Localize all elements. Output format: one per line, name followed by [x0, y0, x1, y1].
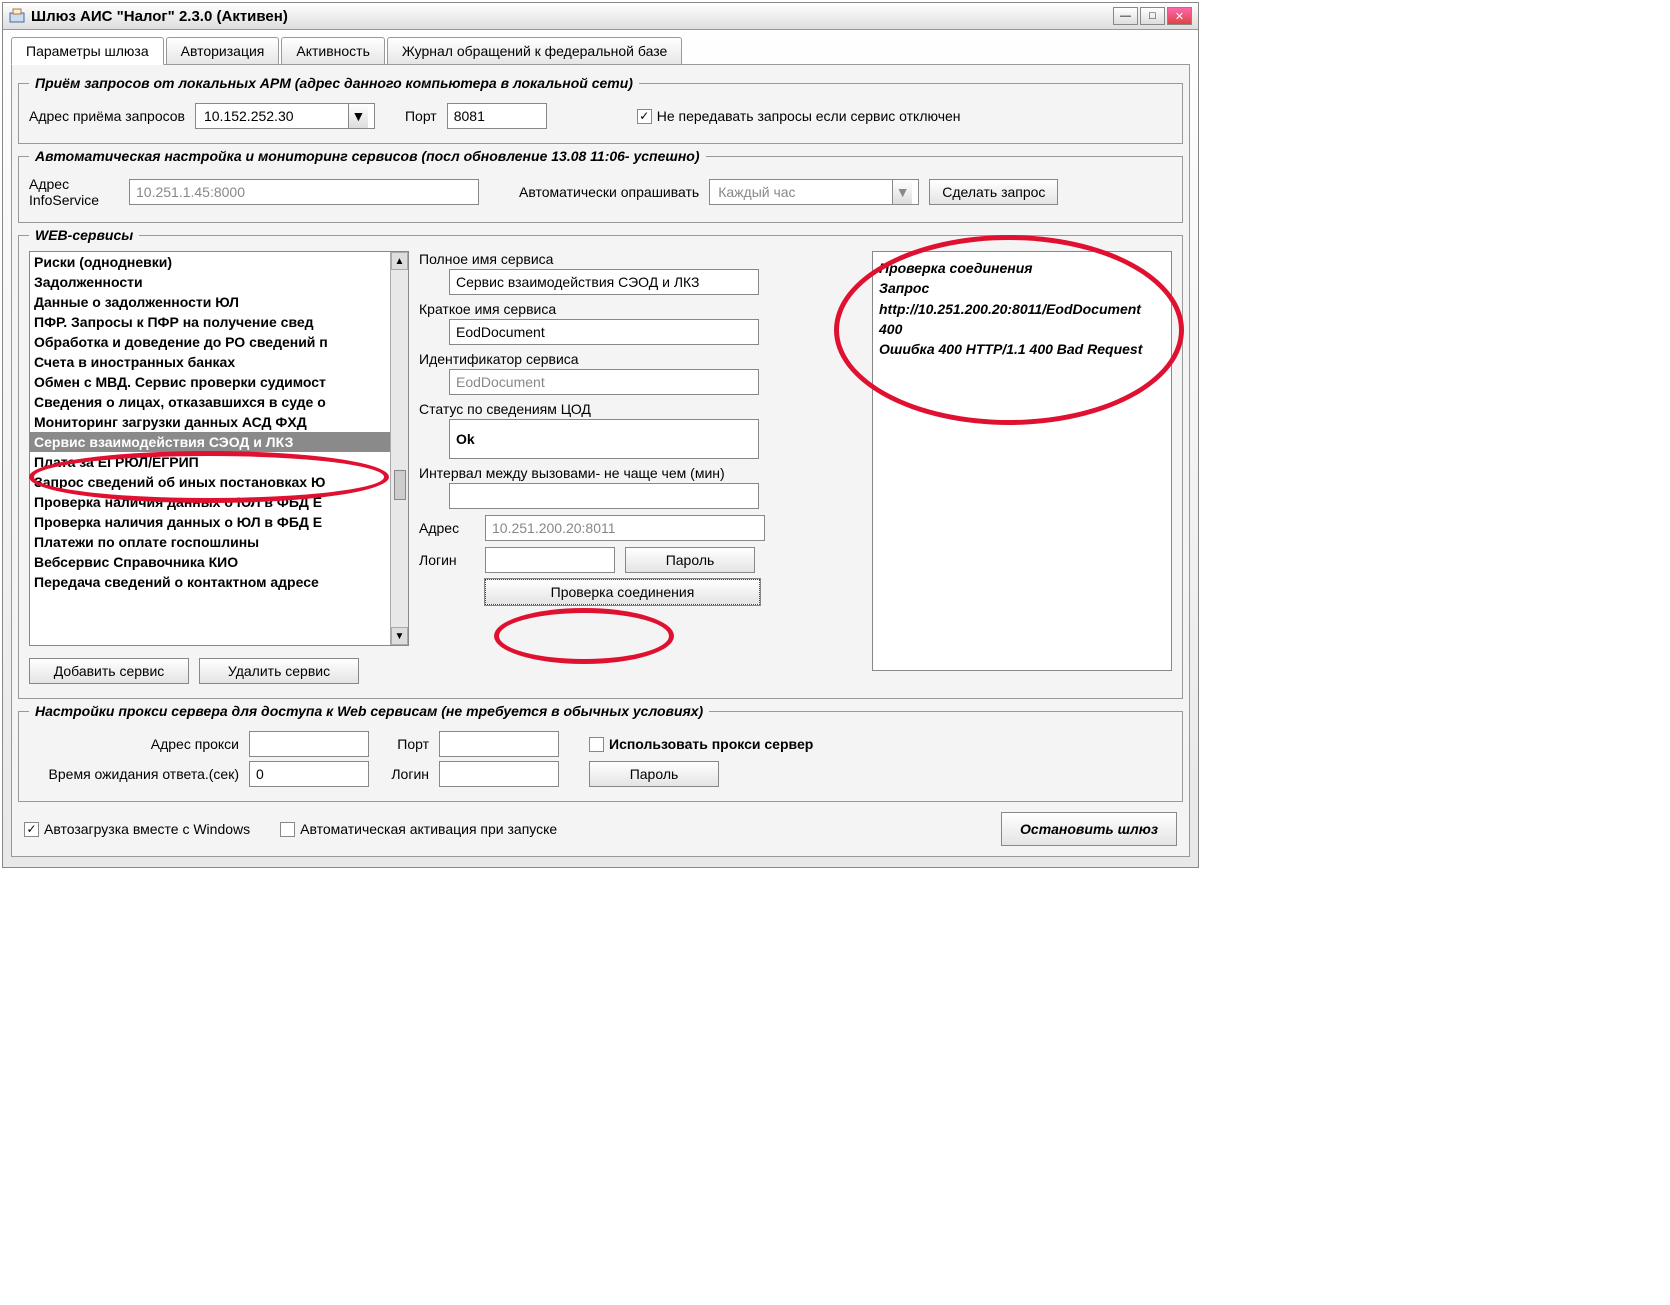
service-password-button[interactable]: Пароль	[625, 547, 755, 573]
poll-label: Автоматически опрашивать	[519, 184, 699, 200]
list-item[interactable]: Плата за ЕГРЮЛ/ЕГРИП	[30, 452, 408, 472]
status-label: Статус по сведениям ЦОД	[419, 401, 862, 417]
proxy-login-input[interactable]	[439, 761, 559, 787]
use-proxy-label: Использовать прокси сервер	[609, 736, 813, 752]
service-addr-input[interactable]	[485, 515, 765, 541]
maximize-button[interactable]: □	[1140, 7, 1165, 25]
list-item[interactable]: Мониторинг загрузки данных АСД ФХД	[30, 412, 408, 432]
interval-label: Интервал между вызовами- не чаще чем (ми…	[419, 465, 862, 481]
list-item[interactable]: Сведения о лицах, отказавшихся в суде о	[30, 392, 408, 412]
proxy-addr-input[interactable]	[249, 731, 369, 757]
service-login-input[interactable]	[485, 547, 615, 573]
log-line: Ошибка 400 HTTP/1.1 400 Bad Request	[879, 339, 1165, 359]
stop-gateway-button[interactable]: Остановить шлюз	[1001, 812, 1177, 846]
list-item[interactable]: Обмен с МВД. Сервис проверки судимост	[30, 372, 408, 392]
short-name-label: Краткое имя сервиса	[419, 301, 862, 317]
chevron-down-icon[interactable]: ▼	[892, 180, 912, 204]
full-name-input[interactable]	[449, 269, 759, 295]
log-line: 400	[879, 319, 1165, 339]
list-item[interactable]: Задолженности	[30, 272, 408, 292]
tab-row: Параметры шлюза Авторизация Активность Ж…	[11, 36, 1190, 64]
addr-receive-value: 10.152.252.30	[202, 108, 344, 124]
proxy-timeout-label: Время ожидания ответа.(сек)	[29, 766, 239, 782]
window-title: Шлюз АИС "Налог" 2.3.0 (Активен)	[31, 8, 288, 25]
list-item[interactable]: Запрос сведений об иных постановках Ю	[30, 472, 408, 492]
proxy-port-input[interactable]	[439, 731, 559, 757]
group-web-services: WEB-сервисы Риски (однодневки) Задолженн…	[18, 227, 1183, 699]
group-web-services-legend: WEB-сервисы	[29, 227, 139, 243]
main-window: Шлюз АИС "Налог" 2.3.0 (Активен) — □ ✕ П…	[2, 2, 1199, 868]
infoservice-input[interactable]	[129, 179, 479, 205]
connection-log-panel: Проверка соединения Запрос http://10.251…	[872, 251, 1172, 671]
group-local-requests-legend: Приём запросов от локальных АРМ (адрес д…	[29, 75, 639, 91]
proxy-password-button[interactable]: Пароль	[589, 761, 719, 787]
services-listbox[interactable]: Риски (однодневки) Задолженности Данные …	[29, 251, 409, 646]
proxy-port-label: Порт	[379, 736, 429, 752]
log-line: http://10.251.200.20:8011/EodDocument	[879, 299, 1165, 319]
poll-value: Каждый час	[716, 184, 888, 200]
tab-content: Приём запросов от локальных АРМ (адрес д…	[11, 64, 1190, 857]
addr-receive-combo[interactable]: 10.152.252.30 ▼	[195, 103, 375, 129]
autoload-label: Автозагрузка вместе с Windows	[44, 821, 250, 837]
list-item-selected[interactable]: Сервис взаимодействия СЭОД и ЛКЗ	[30, 432, 408, 452]
infoservice-label: Адрес InfoService	[29, 176, 119, 208]
log-line: Запрос	[879, 278, 1165, 298]
interval-input[interactable]	[449, 483, 759, 509]
short-name-input[interactable]	[449, 319, 759, 345]
tab-journal[interactable]: Журнал обращений к федеральной базе	[387, 37, 682, 64]
use-proxy-checkbox[interactable]	[589, 737, 604, 752]
group-auto-config-legend: Автоматическая настройка и мониторинг се…	[29, 148, 706, 164]
group-auto-config: Автоматическая настройка и мониторинг се…	[18, 148, 1183, 223]
list-item[interactable]: Обработка и доведение до РО сведений п	[30, 332, 408, 352]
titlebar: Шлюз АИС "Налог" 2.3.0 (Активен) — □ ✕	[3, 3, 1198, 30]
autoload-checkbox[interactable]: ✓	[24, 822, 39, 837]
listbox-scrollbar[interactable]: ▲ ▼	[390, 252, 408, 645]
window-buttons: — □ ✕	[1113, 7, 1192, 25]
proxy-timeout-input[interactable]	[249, 761, 369, 787]
port-label: Порт	[405, 108, 437, 124]
autoactivate-label: Автоматическая активация при запуске	[300, 821, 557, 837]
port-input[interactable]	[447, 103, 547, 129]
full-name-label: Полное имя сервиса	[419, 251, 862, 267]
group-local-requests: Приём запросов от локальных АРМ (адрес д…	[18, 75, 1183, 144]
list-item[interactable]: Проверка наличия данных о ЮЛ в ФБД Е	[30, 492, 408, 512]
chevron-down-icon[interactable]: ▼	[348, 104, 368, 128]
delete-service-button[interactable]: Удалить сервис	[199, 658, 359, 684]
poll-combo[interactable]: Каждый час ▼	[709, 179, 919, 205]
tab-authorization[interactable]: Авторизация	[166, 37, 280, 64]
list-item[interactable]: Передача сведений о контактном адресе	[30, 572, 408, 592]
scroll-up-icon[interactable]: ▲	[391, 252, 408, 270]
status-input[interactable]	[449, 419, 759, 459]
no-forward-label: Не передавать запросы если сервис отключ…	[657, 108, 961, 124]
list-item[interactable]: Счета в иностранных банках	[30, 352, 408, 372]
proxy-login-label: Логин	[379, 766, 429, 782]
list-item[interactable]: Данные о задолженности ЮЛ	[30, 292, 408, 312]
list-item[interactable]: Риски (однодневки)	[30, 252, 408, 272]
close-button[interactable]: ✕	[1167, 7, 1192, 25]
service-id-input[interactable]	[449, 369, 759, 395]
list-item[interactable]: Вебсервис Справочника КИО	[30, 552, 408, 572]
minimize-button[interactable]: —	[1113, 7, 1138, 25]
check-connection-button[interactable]: Проверка соединения	[485, 579, 760, 605]
list-item[interactable]: Платежи по оплате госпошлины	[30, 532, 408, 552]
log-line: Проверка соединения	[879, 258, 1165, 278]
addr-receive-label: Адрес приёма запросов	[29, 108, 185, 124]
service-addr-label: Адрес	[419, 520, 475, 536]
group-proxy-legend: Настройки прокси сервера для доступа к W…	[29, 703, 709, 719]
no-forward-checkbox[interactable]: ✓	[637, 109, 652, 124]
app-icon	[9, 8, 25, 24]
scroll-down-icon[interactable]: ▼	[391, 627, 408, 645]
service-id-label: Идентификатор сервиса	[419, 351, 862, 367]
list-item[interactable]: Проверка наличия данных о ЮЛ в ФБД Е	[30, 512, 408, 532]
list-item[interactable]: ПФР. Запросы к ПФР на получение свед	[30, 312, 408, 332]
service-login-label: Логин	[419, 552, 475, 568]
autoactivate-checkbox[interactable]	[280, 822, 295, 837]
group-proxy: Настройки прокси сервера для доступа к W…	[18, 703, 1183, 802]
do-request-button[interactable]: Сделать запрос	[929, 179, 1058, 205]
proxy-addr-label: Адрес прокси	[29, 736, 239, 752]
scroll-thumb[interactable]	[394, 470, 406, 500]
add-service-button[interactable]: Добавить сервис	[29, 658, 189, 684]
tab-gateway-params[interactable]: Параметры шлюза	[11, 37, 164, 65]
tab-activity[interactable]: Активность	[281, 37, 385, 64]
